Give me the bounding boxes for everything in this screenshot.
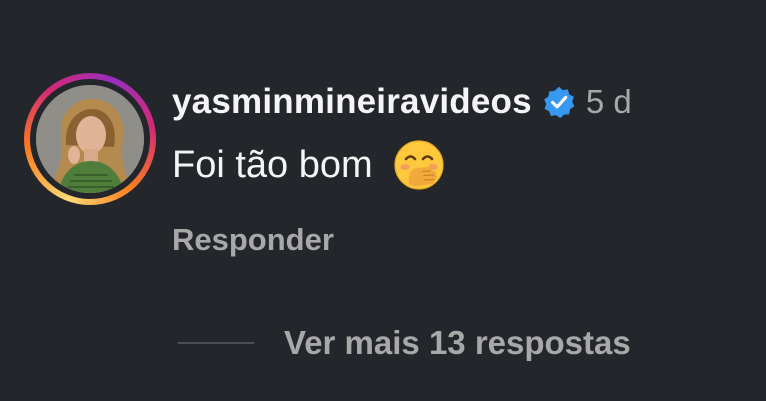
comment-text: Foi tão bom xyxy=(172,143,373,186)
comment-body: Foi tão bom xyxy=(172,140,445,190)
comment-timestamp: 5 d xyxy=(585,83,632,120)
verified-badge-icon xyxy=(542,85,576,119)
story-ring[interactable] xyxy=(24,73,156,205)
view-more-replies-label[interactable]: Ver mais 13 respostas xyxy=(284,324,631,362)
comment-header: yasminmineiravideos 5 d xyxy=(172,80,632,124)
replies-divider-line xyxy=(178,342,254,344)
view-more-replies[interactable]: Ver mais 13 respostas xyxy=(178,320,631,366)
avatar[interactable] xyxy=(36,85,144,193)
comment-item: yasminmineiravideos 5 d Foi tão bom Resp… xyxy=(0,0,766,401)
username[interactable]: yasminmineiravideos xyxy=(172,82,532,122)
reply-button[interactable]: Responder xyxy=(172,222,334,258)
face-with-hand-over-mouth-icon xyxy=(393,139,445,191)
